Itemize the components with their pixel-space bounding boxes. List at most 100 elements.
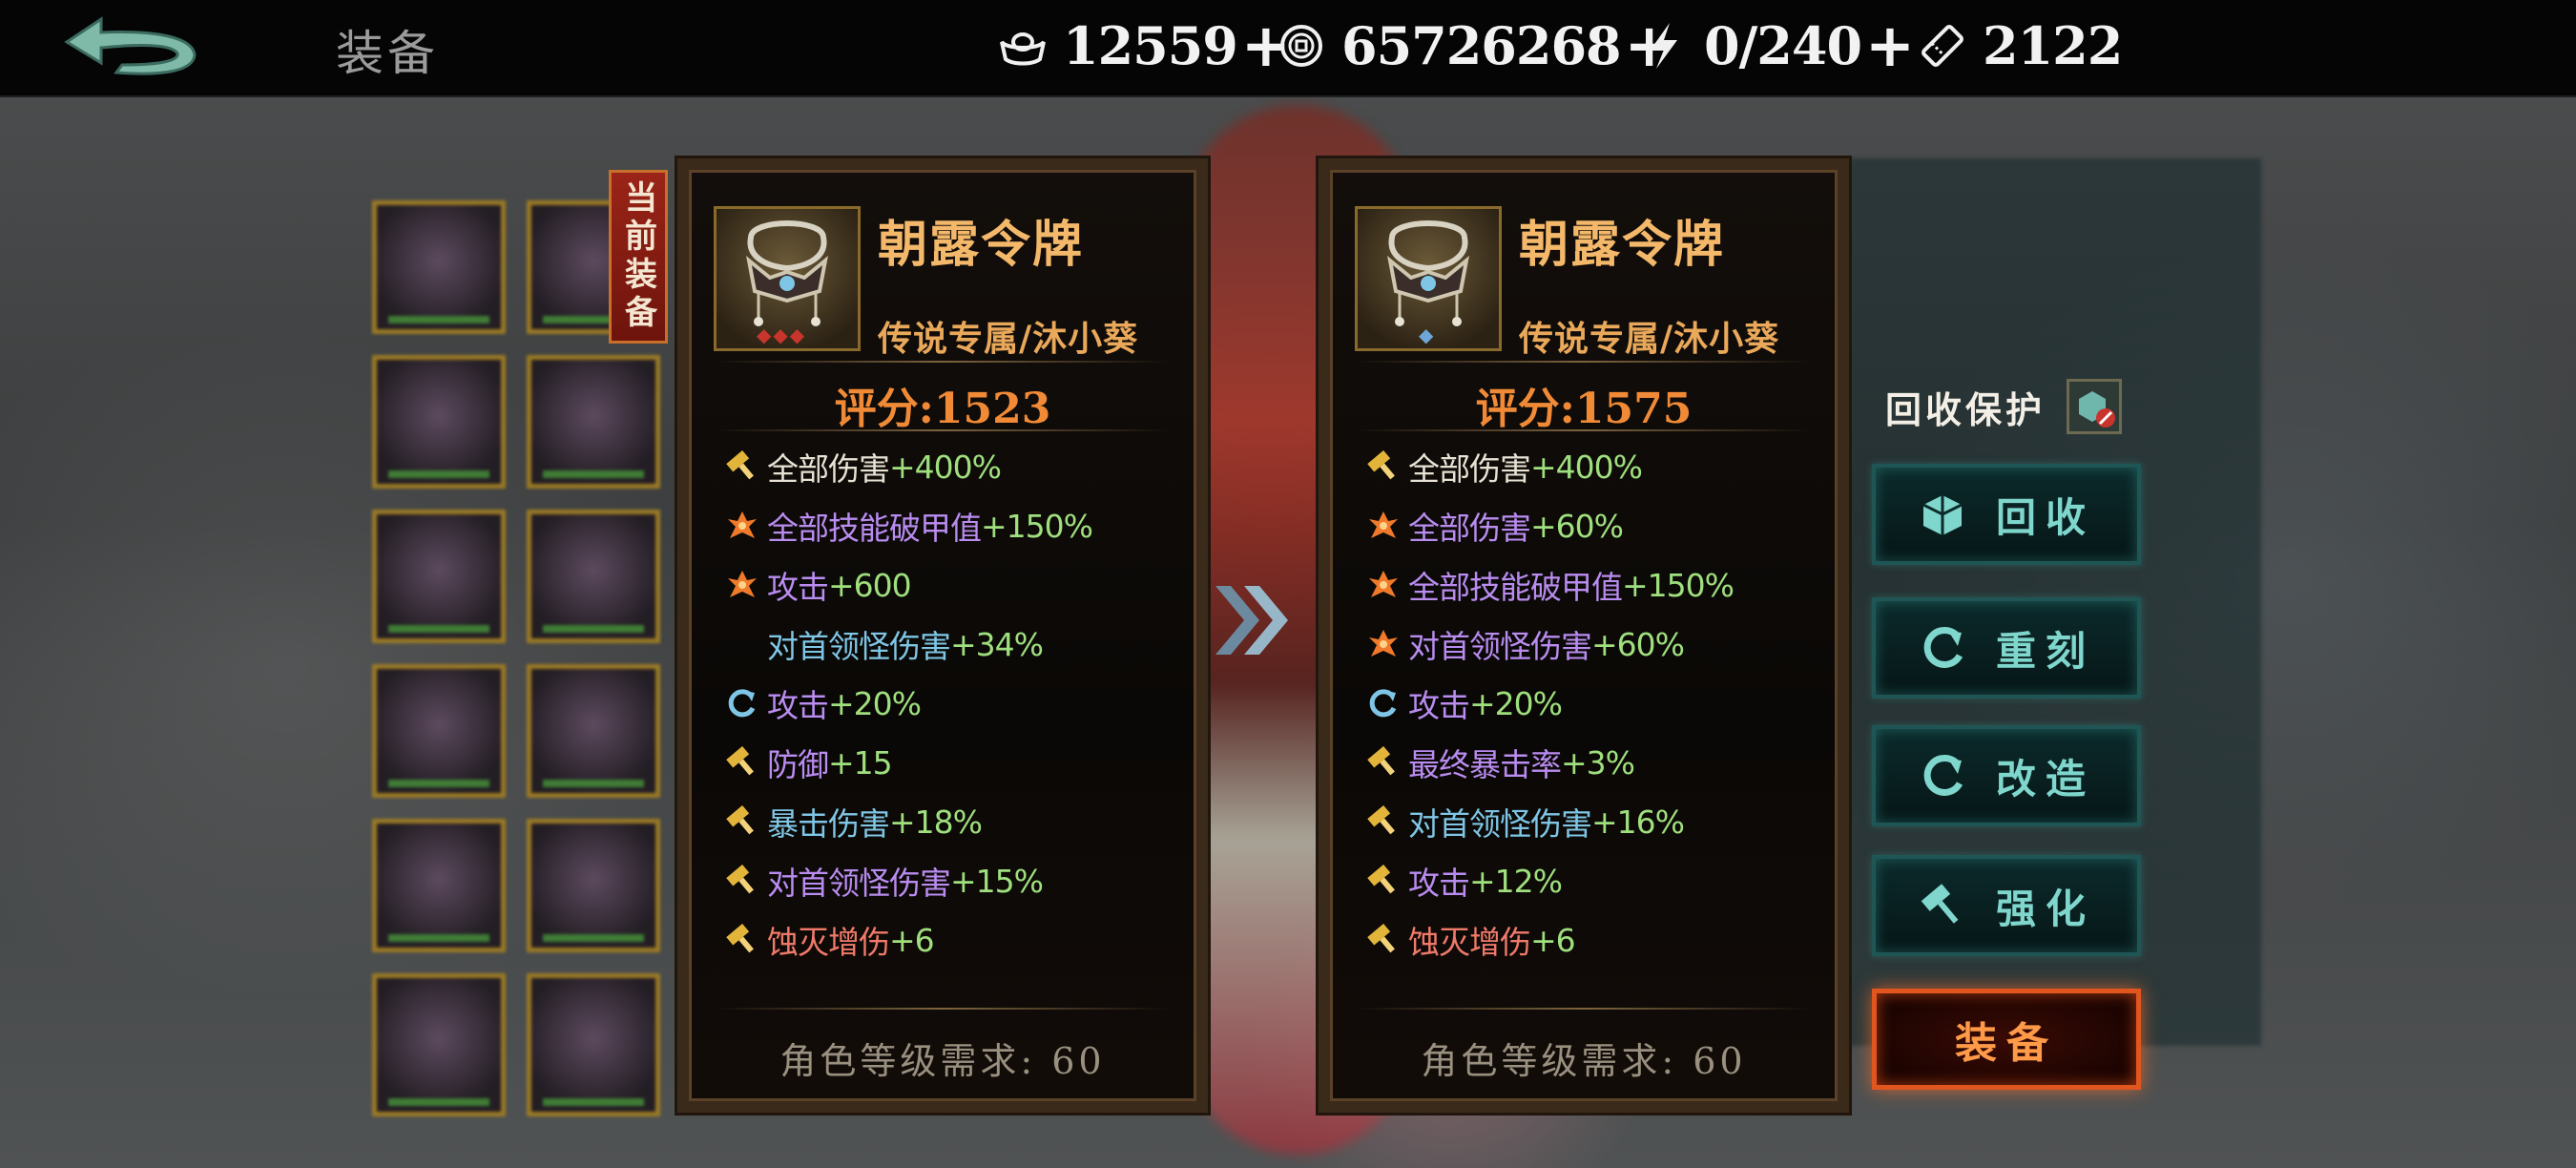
stat-label: 蚀灭增伤: [1408, 924, 1531, 961]
modify-button[interactable]: 改造: [1872, 725, 2141, 826]
item-name: 朝露令牌: [1519, 216, 1726, 274]
reforge-label: 重刻: [1995, 627, 2095, 675]
current-equipment-tag: 当前装备: [609, 170, 668, 344]
back-button[interactable]: [59, 13, 202, 82]
stat-bonus: +18%: [889, 803, 983, 841]
inventory-slot[interactable]: [527, 510, 660, 643]
inventory-slot[interactable]: [527, 973, 660, 1116]
stat-label: 对首领怪伤害: [767, 628, 951, 665]
inventory-slot[interactable]: [527, 819, 660, 952]
enhance-button[interactable]: 强化: [1872, 855, 2141, 956]
resource-ticket: 2122: [1918, 15, 2123, 76]
pendant-icon: [1387, 220, 1469, 326]
stat-label: 攻击: [767, 569, 829, 606]
silver-value: 12559: [1063, 15, 1238, 76]
inventory-slot[interactable]: [372, 819, 506, 952]
stat-label: 攻击: [1408, 865, 1470, 902]
hammer-icon: [1364, 862, 1402, 900]
stat-bonus: +12%: [1469, 862, 1563, 900]
resource-silver: 12559 +: [998, 15, 1291, 76]
refresh-icon: [1364, 684, 1402, 722]
stat-row: 全部伤害 +400%: [723, 437, 1181, 496]
star-rating: ◆: [1419, 323, 1436, 346]
stat-row: 暴击伤害 +18%: [723, 792, 1181, 851]
inventory-slot[interactable]: [372, 355, 506, 489]
hammer-icon: [1364, 921, 1402, 959]
stamina-add-button[interactable]: +: [1865, 16, 1915, 75]
inventory-slot[interactable]: [372, 200, 506, 334]
stat-row: 对首领怪伤害 +34%: [723, 615, 1181, 674]
page-title: 装备: [336, 26, 439, 81]
protect-box-icon: [2079, 391, 2116, 428]
level-requirement: 角色等级需求: 60: [1421, 1040, 1747, 1082]
recycle-protection: 回收保护: [1885, 378, 2123, 435]
current-equipment-label: 当前装备: [618, 180, 657, 333]
inventory-slot[interactable]: [372, 510, 506, 643]
stat-bonus: +60%: [1530, 507, 1624, 545]
stat-label: 全部伤害: [1408, 510, 1531, 547]
stat-row: 攻击 +12%: [1364, 851, 1822, 910]
stat-row: 攻击 +600: [723, 555, 1181, 615]
refresh-icon: [1918, 623, 1967, 673]
equip-button[interactable]: 装备: [1872, 989, 2141, 1090]
stat-label: 攻击: [767, 687, 829, 724]
pendant-icon: [746, 220, 828, 326]
stat-bonus: +150%: [981, 507, 1093, 545]
recycle-button[interactable]: 回收: [1872, 464, 2141, 565]
hammer-icon: [723, 803, 761, 841]
recycle-icon: [1918, 490, 1967, 539]
recycle-protection-toggle[interactable]: [2067, 379, 2123, 434]
stat-label: 暴击伤害: [767, 805, 890, 843]
item-name: 朝露令牌: [878, 216, 1085, 274]
stat-label: 全部技能破甲值: [767, 510, 982, 547]
back-arrow-icon: [64, 16, 197, 75]
inventory-slot[interactable]: [527, 355, 660, 489]
stat-row: 攻击 +20%: [1364, 674, 1822, 733]
coin-value: 65726268: [1341, 15, 1622, 76]
stat-label: 蚀灭增伤: [767, 924, 890, 961]
divider: [1355, 429, 1813, 431]
stat-icon-empty: [723, 625, 761, 663]
item-score: 评分:1575: [1475, 385, 1693, 433]
inventory-slot[interactable]: [372, 973, 506, 1116]
inventory-slot[interactable]: [372, 664, 506, 798]
flame-icon: [723, 507, 761, 545]
inventory-slot[interactable]: [527, 664, 660, 798]
enhance-label: 强化: [1995, 885, 2095, 932]
stat-row: 对首领怪伤害 +15%: [723, 851, 1181, 910]
stat-label: 全部伤害: [1408, 450, 1531, 488]
hammer-icon: [1364, 743, 1402, 782]
stat-label: 防御: [767, 746, 829, 783]
hammer-icon: [723, 448, 761, 486]
item-score: 评分:1523: [834, 385, 1051, 433]
stat-bonus: +600: [828, 566, 912, 604]
stat-bonus: +15: [828, 743, 893, 782]
stat-row: 防御 +15: [723, 733, 1181, 792]
stat-row: 攻击 +20%: [723, 674, 1181, 733]
flame-icon: [723, 566, 761, 604]
equip-label: 装备: [1955, 1019, 2058, 1068]
item-subtitle: 传说专属/沐小葵: [878, 319, 1139, 359]
ticket-value: 2122: [1983, 15, 2123, 76]
divider: [714, 1008, 1172, 1010]
reforge-button[interactable]: 重刻: [1872, 597, 2141, 699]
star-rating: ◆◆◆: [757, 323, 807, 346]
item-icon-frame: ◆: [1355, 206, 1502, 351]
stat-row: 蚀灭增伤 +6: [723, 910, 1181, 970]
stat-row: 全部伤害 +60%: [1364, 496, 1822, 555]
stat-list: 全部伤害 +400% 全部伤害 +60% 全部技能破甲值 +150% 对首领怪伤害 +60% 攻…: [1364, 437, 1822, 970]
stat-row: 全部技能破甲值 +150%: [1364, 555, 1822, 615]
stat-row: 对首领怪伤害 +16%: [1364, 792, 1822, 851]
hammer-icon: [723, 862, 761, 900]
stat-bonus: +60%: [1591, 625, 1685, 663]
stat-list: 全部伤害 +400% 全部技能破甲值 +150% 攻击 +600 对首领怪伤害 +34% 攻击 +…: [723, 437, 1181, 970]
silver-ingot-icon: [998, 21, 1048, 71]
modify-label: 改造: [1995, 755, 2095, 803]
recycle-label: 回收: [1995, 493, 2095, 541]
hammer-icon: [1364, 448, 1402, 486]
stat-bonus: +34%: [950, 625, 1044, 663]
stat-label: 对首领怪伤害: [1408, 805, 1592, 843]
stat-label: 攻击: [1408, 687, 1470, 724]
stat-row: 全部伤害 +400%: [1364, 437, 1822, 496]
hammer-icon: [723, 921, 761, 959]
